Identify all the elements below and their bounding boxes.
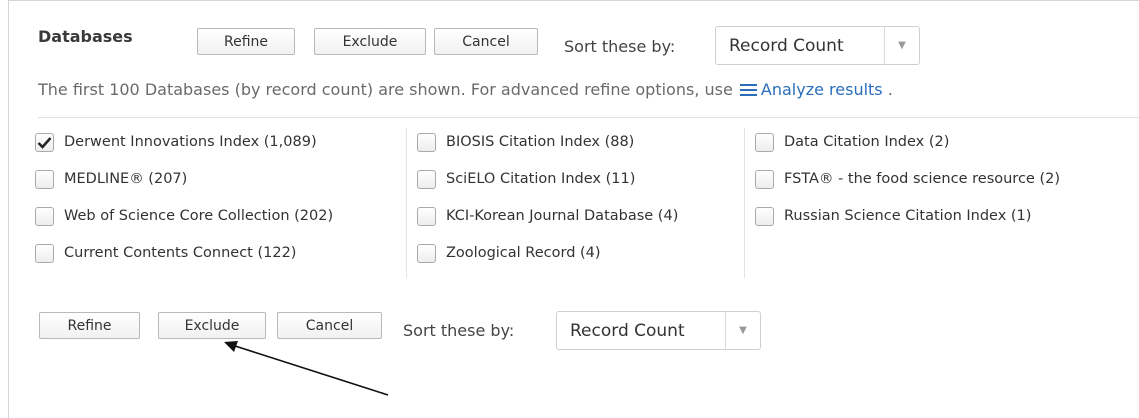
section-title: Databases xyxy=(38,27,133,46)
divider xyxy=(38,117,1139,118)
info-text: The first 100 Databases (by record count… xyxy=(38,80,893,99)
option-label: Zoological Record (4) xyxy=(446,245,601,261)
checkbox[interactable] xyxy=(417,132,436,152)
option-label: MEDLINE® (207) xyxy=(64,171,188,187)
option-biosis[interactable]: BIOSIS Citation Index (88) xyxy=(417,129,634,155)
checkbox[interactable] xyxy=(755,206,774,226)
databases-refine-panel: Databases Refine Exclude Cancel Sort the… xyxy=(8,0,1139,418)
menu-lines-icon[interactable] xyxy=(739,83,757,96)
option-current-contents[interactable]: Current Contents Connect (122) xyxy=(35,240,296,266)
option-label: Data Citation Index (2) xyxy=(784,134,950,150)
column-divider xyxy=(744,128,745,278)
info-trailing: . xyxy=(887,80,893,99)
chevron-down-icon[interactable]: ▼ xyxy=(725,312,760,349)
option-label: FSTA® - the food science resource (2) xyxy=(784,171,1060,187)
option-derwent[interactable]: Derwent Innovations Index (1,089) xyxy=(35,129,317,155)
checkbox[interactable] xyxy=(35,243,54,263)
option-label: Derwent Innovations Index (1,089) xyxy=(64,134,317,150)
option-label: Russian Science Citation Index (1) xyxy=(784,208,1032,224)
option-medline[interactable]: MEDLINE® (207) xyxy=(35,166,187,192)
option-kci[interactable]: KCI-Korean Journal Database (4) xyxy=(417,203,678,229)
checkmark-icon xyxy=(37,136,52,149)
sort-select-top[interactable]: Record Count ▼ xyxy=(715,26,920,65)
refine-button-bottom[interactable]: Refine xyxy=(39,312,140,339)
chevron-down-icon[interactable]: ▼ xyxy=(884,27,919,64)
refine-button-top[interactable]: Refine xyxy=(197,28,295,55)
option-wos-core[interactable]: Web of Science Core Collection (202) xyxy=(35,203,333,229)
cancel-button-bottom[interactable]: Cancel xyxy=(277,312,382,339)
option-label: SciELO Citation Index (11) xyxy=(446,171,636,187)
option-scielo[interactable]: SciELO Citation Index (11) xyxy=(417,166,635,192)
cancel-button-top[interactable]: Cancel xyxy=(434,28,538,55)
sort-select-value: Record Count xyxy=(570,320,685,341)
checkbox[interactable] xyxy=(755,132,774,152)
option-label: KCI-Korean Journal Database (4) xyxy=(446,208,679,224)
sort-label-top: Sort these by: xyxy=(564,37,676,56)
option-zoological[interactable]: Zoological Record (4) xyxy=(417,240,601,266)
checkbox[interactable] xyxy=(417,169,436,189)
checkbox[interactable] xyxy=(417,243,436,263)
option-label: BIOSIS Citation Index (88) xyxy=(446,134,635,150)
sort-label-bottom: Sort these by: xyxy=(403,321,515,340)
checkbox[interactable] xyxy=(755,169,774,189)
column-divider xyxy=(406,128,407,278)
sort-select-bottom[interactable]: Record Count ▼ xyxy=(556,311,761,350)
option-label: Current Contents Connect (122) xyxy=(64,245,297,261)
option-fsta[interactable]: FSTA® - the food science resource (2) xyxy=(755,166,1060,192)
analyze-results-link[interactable]: Analyze results xyxy=(761,80,883,99)
checkbox[interactable] xyxy=(417,206,436,226)
checkbox[interactable] xyxy=(35,206,54,226)
option-label: Web of Science Core Collection (202) xyxy=(64,208,334,224)
checkbox-checked[interactable] xyxy=(35,132,54,152)
checkbox[interactable] xyxy=(35,169,54,189)
sort-select-value: Record Count xyxy=(729,35,844,56)
exclude-button-top[interactable]: Exclude xyxy=(314,28,426,55)
option-russian-sci[interactable]: Russian Science Citation Index (1) xyxy=(755,203,1031,229)
exclude-button-bottom[interactable]: Exclude xyxy=(158,312,266,339)
info-sentence: The first 100 Databases (by record count… xyxy=(38,80,733,99)
option-data-citation[interactable]: Data Citation Index (2) xyxy=(755,129,949,155)
